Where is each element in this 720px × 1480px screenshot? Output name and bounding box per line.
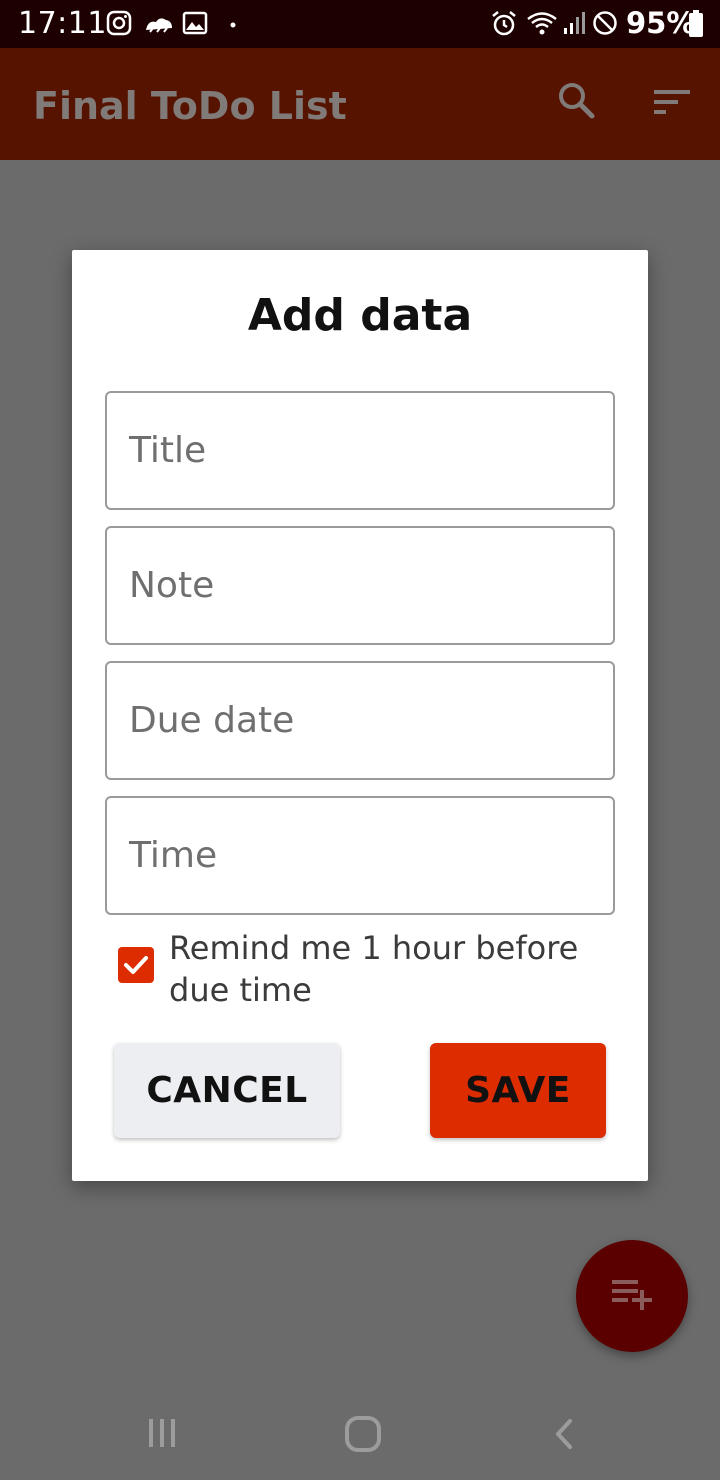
wifi-icon xyxy=(527,12,557,35)
do-not-disturb-icon xyxy=(593,11,617,35)
status-time: 17:11 xyxy=(18,6,107,41)
add-task-fab[interactable] xyxy=(576,1240,688,1352)
search-icon[interactable] xyxy=(556,80,596,120)
note-field[interactable] xyxy=(105,526,615,645)
title-field[interactable] xyxy=(105,391,615,510)
checkmark-icon xyxy=(124,956,148,974)
signal-icon xyxy=(564,12,585,34)
note-input[interactable] xyxy=(129,528,599,643)
time-input[interactable] xyxy=(129,798,599,913)
cancel-button[interactable]: CANCEL xyxy=(114,1043,340,1138)
image-icon xyxy=(182,11,208,35)
recents-icon[interactable] xyxy=(146,1417,178,1449)
due-date-field[interactable] xyxy=(105,661,615,780)
nav-bar xyxy=(0,1385,720,1480)
dot-icon xyxy=(230,22,236,28)
app-title: Final ToDo List xyxy=(33,84,347,128)
reminder-checkbox[interactable] xyxy=(118,947,154,983)
weather-icon xyxy=(146,18,172,33)
sort-icon[interactable] xyxy=(652,86,692,118)
status-bar: 17:11 95% xyxy=(0,0,720,48)
add-data-dialog: Add data Remind me 1 hour before due tim… xyxy=(72,250,648,1181)
battery-percent: 95% xyxy=(626,6,696,40)
time-field[interactable] xyxy=(105,796,615,915)
app-bar: Final ToDo List xyxy=(0,48,720,160)
instagram-icon xyxy=(106,10,132,36)
battery-icon xyxy=(689,10,703,37)
due-date-input[interactable] xyxy=(129,663,599,778)
dialog-title: Add data xyxy=(247,290,473,341)
alarm-icon xyxy=(492,11,516,36)
back-icon[interactable] xyxy=(552,1417,576,1451)
home-icon[interactable] xyxy=(344,1415,382,1453)
save-button[interactable]: SAVE xyxy=(430,1043,606,1138)
playlist-add-icon xyxy=(612,1280,652,1310)
title-input[interactable] xyxy=(129,393,599,508)
reminder-label[interactable]: Remind me 1 hour before due time xyxy=(169,927,609,1011)
